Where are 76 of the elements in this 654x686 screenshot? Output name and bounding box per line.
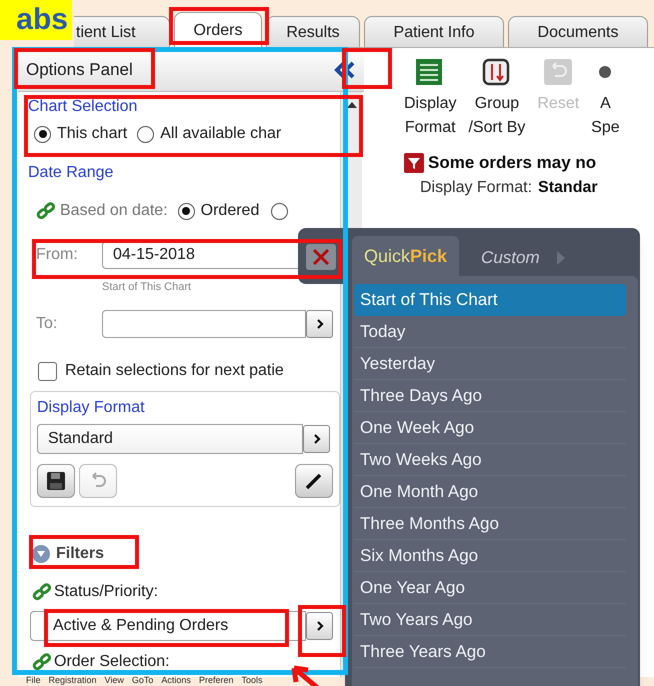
toolbar-button[interactable]: Group /Sort By: [468, 58, 526, 140]
field-label: From:: [36, 245, 79, 265]
panel-title: Options Panel: [26, 58, 133, 81]
triangle-icon: [36, 550, 46, 558]
picker-tab[interactable]: QuickPick: [352, 236, 460, 276]
arrow-button[interactable]: [306, 310, 333, 338]
picker-item[interactable]: One Year Ago: [354, 572, 626, 604]
chevron-icon: [316, 621, 324, 631]
picker-item[interactable]: One Week Ago: [354, 412, 626, 444]
picker-item[interactable]: Three Years Ago: [354, 636, 626, 668]
callout-label: abs: [0, 0, 72, 40]
toolbar-button[interactable]: A Spe: [591, 58, 620, 140]
checkbox-label: Retain selections for next patie: [65, 361, 284, 381]
radio-button[interactable]: [271, 202, 288, 220]
picker-item[interactable]: Three Months Ago: [354, 508, 626, 540]
radio-label: This chart: [57, 124, 128, 144]
picker-item[interactable]: Yesterday: [354, 348, 626, 380]
sort-icon: [482, 58, 512, 86]
checkbox[interactable]: [38, 362, 57, 380]
status-dropdown[interactable]: Active & Pending Orders: [30, 611, 306, 641]
picker-item[interactable]: Six Months Ago: [354, 540, 626, 572]
tab[interactable]: Results: [266, 16, 360, 48]
menu-item[interactable]: Registration: [48, 675, 97, 685]
pen-icon: [304, 471, 324, 491]
picker-item[interactable]: Start of This Chart: [354, 284, 626, 316]
menu-item[interactable]: File: [26, 675, 41, 685]
radio-button[interactable]: [34, 126, 51, 142]
menu-item[interactable]: GoTo: [132, 675, 154, 685]
field-label: Status/Priority:: [54, 582, 158, 602]
save-button[interactable]: [37, 464, 75, 498]
chevron-icon: [316, 319, 324, 329]
tab[interactable]: tient List: [74, 16, 170, 48]
radio-label: All available char: [160, 124, 282, 144]
notice-text: Some orders may no: [428, 152, 596, 174]
close-icon: [312, 249, 330, 265]
link-icon: [36, 202, 56, 220]
filter-icon: [404, 152, 424, 173]
field-value: Standar: [538, 178, 598, 198]
link-icon: [32, 583, 52, 601]
picker-item[interactable]: Three Days Ago: [354, 380, 626, 412]
radio-button[interactable]: [178, 202, 195, 220]
picker-item[interactable]: Today: [354, 316, 626, 348]
triangle-icon: [556, 250, 566, 266]
menu-item[interactable]: View: [104, 675, 124, 685]
date-field[interactable]: [102, 310, 306, 338]
section-heading: Display Format: [37, 398, 146, 418]
radio-label: Ordered: [200, 201, 260, 221]
edit-button[interactable]: [295, 464, 333, 498]
section-heading: Chart Selection: [28, 97, 138, 117]
picker-item[interactable]: One Month Ago: [354, 476, 626, 508]
expand-toggle[interactable]: [32, 545, 50, 563]
toolbar-button[interactable]: Display Format: [404, 58, 456, 140]
section-heading: Filters: [56, 544, 104, 564]
radio-button[interactable]: [137, 126, 154, 142]
menu-item[interactable]: Tools: [241, 675, 262, 685]
chevron-icon: [312, 434, 320, 444]
field-hint: Start of This Chart: [102, 280, 192, 294]
format-dropdown[interactable]: Standard: [37, 424, 303, 454]
save-icon: [46, 471, 66, 491]
menu-item[interactable]: Preferen: [198, 675, 234, 685]
field-label: Based on date:: [60, 201, 168, 221]
picker-item[interactable]: Two Years Ago: [354, 604, 626, 636]
menu-item[interactable]: Actions: [161, 675, 191, 685]
link-icon: [32, 653, 52, 671]
section-heading: Date Range: [28, 163, 114, 183]
undo-icon: [543, 58, 574, 86]
tab[interactable]: Patient Info: [364, 16, 504, 48]
tab[interactable]: Documents: [508, 16, 648, 48]
field-label: Display Format:: [420, 178, 532, 198]
field-label: To:: [36, 314, 58, 334]
picker-tab[interactable]: Custom: [459, 240, 588, 276]
arrow-button[interactable]: [303, 425, 330, 453]
arrow-button[interactable]: [306, 612, 333, 640]
collapse-icon[interactable]: [334, 60, 356, 78]
picker-item[interactable]: Two Weeks Ago: [354, 444, 626, 476]
field-label: Order Selection:: [54, 652, 170, 672]
